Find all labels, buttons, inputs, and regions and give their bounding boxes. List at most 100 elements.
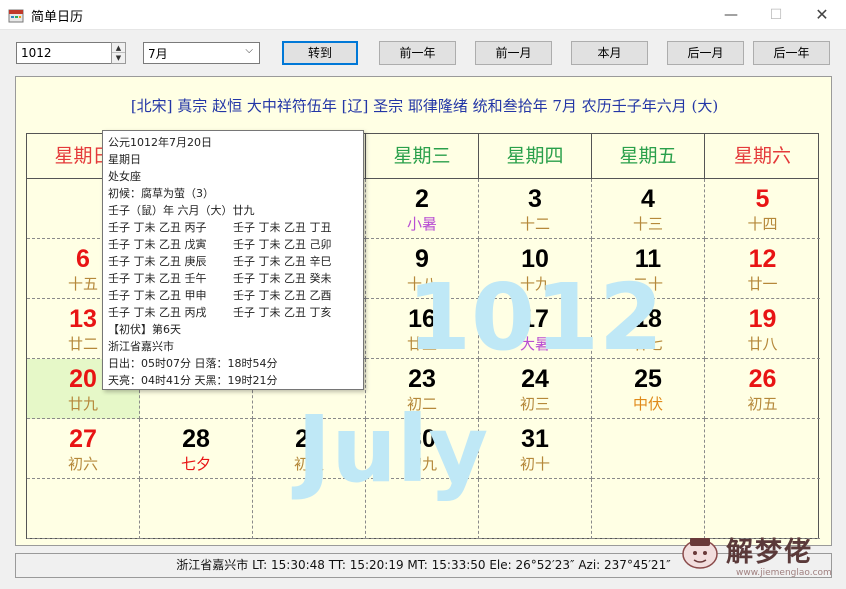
- pillar-text: 壬子 丁未 乙丑 乙酉: [233, 289, 332, 302]
- pillar-row: 壬子 丁未 乙丑 戊寅 壬子 丁未 乙丑 己卯: [108, 236, 358, 253]
- pillar-row: 壬子 丁未 乙丑 丙戌 壬子 丁未 乙丑 丁亥: [108, 304, 358, 321]
- day-cell[interactable]: 26 初五: [705, 359, 820, 419]
- fortune-teller-icon: [682, 538, 718, 569]
- day-cell[interactable]: 28 七夕: [140, 419, 253, 479]
- day-cell[interactable]: 18 廿七: [592, 299, 705, 359]
- calendar-heading: [北宋] 真宗 赵恒 大中祥符伍年 [辽] 圣宗 耶律隆绪 统和叁拾年 7月 农…: [130, 97, 719, 115]
- year-input[interactable]: [16, 42, 112, 64]
- day-cell[interactable]: 11 二十: [592, 239, 705, 299]
- day-cell[interactable]: 9 十八: [366, 239, 479, 299]
- this-month-button[interactable]: 本月: [571, 41, 648, 65]
- day-cell[interactable]: 30 初九: [366, 419, 479, 479]
- month-select[interactable]: 7月 ⌵: [143, 42, 260, 64]
- spin-down-icon[interactable]: ▼: [112, 53, 125, 63]
- site-name: 解梦佬: [726, 537, 813, 568]
- lunar-day-label: 十八: [406, 275, 437, 293]
- day-number: 16: [408, 305, 436, 333]
- pillar-text: 壬子 丁未 乙丑 丙子: [108, 221, 207, 234]
- day-number: 26: [748, 365, 777, 393]
- day-cell[interactable]: [705, 419, 820, 479]
- day-number: 23: [408, 365, 436, 393]
- lunar-day-label: 中伏: [632, 395, 663, 413]
- lunar-day-label: 十三: [632, 215, 663, 233]
- pillar-text: 壬子 丁未 乙丑 甲申: [108, 289, 207, 302]
- title-bar: 简单日历 — ☐ ✕: [0, 0, 846, 30]
- day-cell[interactable]: [140, 479, 253, 539]
- close-button[interactable]: ✕: [799, 0, 845, 30]
- day-cell[interactable]: 27 初六: [27, 419, 140, 479]
- year-spinner[interactable]: ▲ ▼: [111, 42, 126, 64]
- pillar-text: 壬子 丁未 乙丑 丁亥: [233, 306, 332, 319]
- day-cell[interactable]: 2 小暑: [366, 179, 479, 239]
- pillar-text: 壬子 丁未 乙丑 己卯: [233, 238, 332, 251]
- lunar-day-label: 七夕: [180, 455, 211, 473]
- day-cell[interactable]: 24 初三: [479, 359, 592, 419]
- day-cell[interactable]: 23 初二: [366, 359, 479, 419]
- day-number: 5: [755, 185, 770, 213]
- pillar-text: 壬子 丁未 乙丑 辛巳: [233, 255, 332, 268]
- next-month-button[interactable]: 后一月: [667, 41, 744, 65]
- day-number: 4: [641, 185, 655, 213]
- day-cell[interactable]: 31 初十: [479, 419, 592, 479]
- lunar-day-label: 初二: [406, 395, 437, 413]
- day-cell[interactable]: 29 初八: [253, 419, 366, 479]
- day-cell[interactable]: 12 廿一: [705, 239, 820, 299]
- day-cell[interactable]: [592, 419, 705, 479]
- day-number: 28: [182, 425, 210, 453]
- prev-month-button[interactable]: 前一月: [475, 41, 552, 65]
- lunar-day-label: 廿五: [406, 335, 437, 353]
- site-url: www.jiemenglao.com: [736, 568, 832, 578]
- day-cell[interactable]: 17 大暑: [479, 299, 592, 359]
- lunar-day-label: 廿一: [747, 275, 778, 293]
- day-cell[interactable]: 10 十九: [479, 239, 592, 299]
- day-cell[interactable]: 5 十四: [705, 179, 820, 239]
- lunar-day-label: 廿八: [747, 335, 778, 353]
- day-number: 10: [521, 245, 549, 273]
- pillar-row: 壬子 丁未 乙丑 丙子 壬子 丁未 乙丑 丁丑: [108, 219, 358, 236]
- pillar-text: 壬子 丁未 乙丑 戊寅: [108, 238, 207, 251]
- day-number: 24: [521, 365, 549, 393]
- day-cell[interactable]: 3 十二: [479, 179, 592, 239]
- day-cell[interactable]: 4 十三: [592, 179, 705, 239]
- lunar-day-label: 初六: [67, 455, 98, 473]
- pillar-row: 壬子 丁未 乙丑 甲申 壬子 丁未 乙丑 乙酉: [108, 287, 358, 304]
- pillar-text: 壬子 丁未 乙丑 庚辰: [108, 255, 207, 268]
- goto-button[interactable]: 转到: [282, 41, 358, 65]
- lunar-day-label: 十二: [519, 215, 550, 233]
- prev-year-button[interactable]: 前一年: [379, 41, 456, 65]
- lunar-day-label: 小暑: [406, 215, 437, 233]
- minimize-button[interactable]: —: [708, 0, 754, 30]
- tooltip-weekday: 星期日: [108, 153, 141, 166]
- day-cell[interactable]: 16 廿五: [366, 299, 479, 359]
- weekday-header: 星期三: [366, 134, 479, 179]
- tooltip-twilight-times: 天亮：04时41分 天黑：19时21分: [108, 374, 278, 387]
- lunar-day-label: 廿七: [632, 335, 663, 353]
- day-cell[interactable]: [366, 479, 479, 539]
- maximize-button[interactable]: ☐: [753, 0, 799, 30]
- day-detail-tooltip: 公元1012年7月20日 星期日 处女座 初候：腐草为萤（3） 壬子（鼠）年 六…: [102, 130, 364, 390]
- lunar-day-label: 初五: [747, 395, 778, 413]
- day-number: 30: [408, 425, 436, 453]
- pillar-row: 壬子 丁未 乙丑 壬午 壬子 丁未 乙丑 癸未: [108, 270, 358, 287]
- month-select-value: 7月: [148, 47, 168, 61]
- day-cell[interactable]: [253, 479, 366, 539]
- lunar-day-label: 二十: [632, 275, 663, 293]
- day-number: 9: [415, 245, 429, 273]
- spin-up-icon[interactable]: ▲: [112, 43, 125, 53]
- day-number: 18: [634, 305, 662, 333]
- tooltip-lunar-date: 壬子（鼠）年 六月（大）廿九: [108, 204, 255, 217]
- day-cell[interactable]: [27, 479, 140, 539]
- next-year-button[interactable]: 后一年: [753, 41, 830, 65]
- day-cell[interactable]: [479, 479, 592, 539]
- pillar-text: 壬子 丁未 乙丑 丁丑: [233, 221, 332, 234]
- lunar-day-label: 十九: [519, 275, 550, 293]
- day-number: 25: [634, 365, 662, 393]
- pillar-text: 壬子 丁未 乙丑 癸未: [233, 272, 332, 285]
- lunar-day-label: 廿九: [67, 395, 98, 413]
- day-cell[interactable]: 19 廿八: [705, 299, 820, 359]
- toolbar: ▲ ▼ 7月 ⌵ 转到 前一年 前一月 本月 后一月 后一年: [0, 30, 846, 76]
- day-cell[interactable]: 25 中伏: [592, 359, 705, 419]
- window-title: 简单日历: [31, 10, 84, 25]
- pillar-row: 壬子 丁未 乙丑 庚辰 壬子 丁未 乙丑 辛巳: [108, 253, 358, 270]
- day-number: 11: [634, 245, 662, 273]
